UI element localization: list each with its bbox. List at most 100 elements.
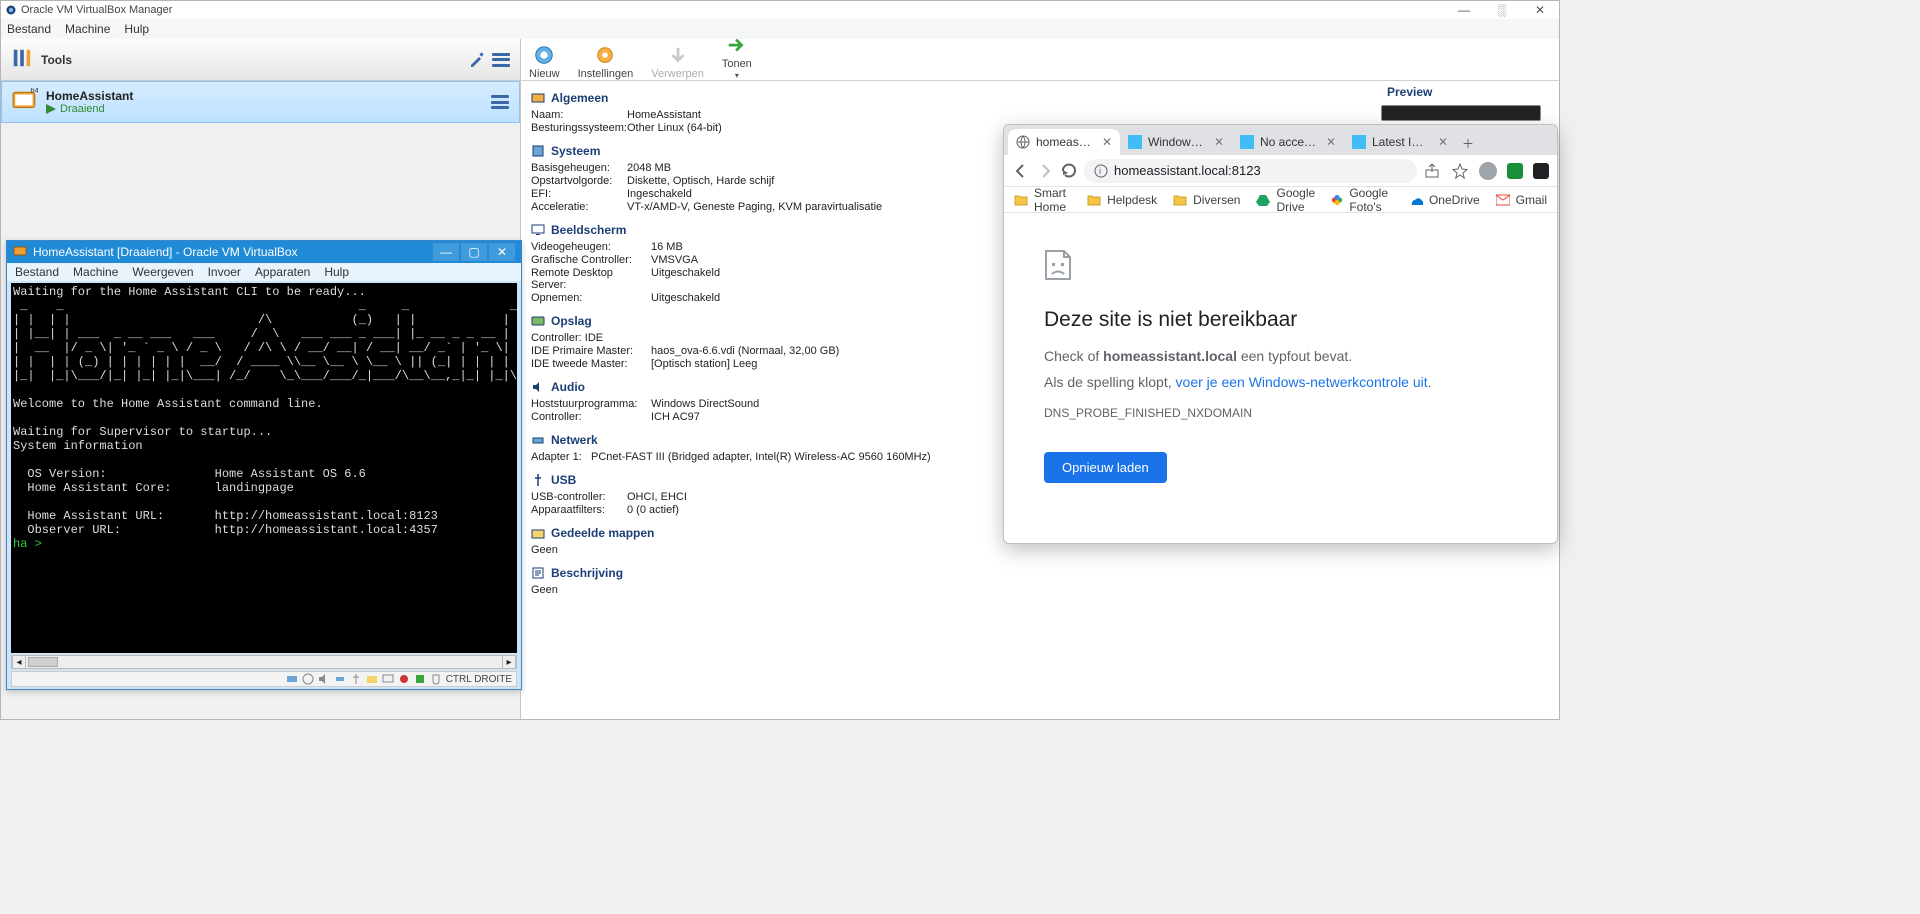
tab-label: homeassistant [1036, 135, 1094, 149]
tab-homeassistant[interactable]: homeassistant ✕ [1008, 129, 1120, 155]
audio-icon [531, 380, 545, 394]
status-audio-icon [318, 673, 330, 685]
preview-thumbnail[interactable] [1381, 105, 1541, 121]
star-icon[interactable] [1451, 162, 1469, 180]
tab-label: Latest Install [1372, 135, 1430, 149]
svg-text:64: 64 [30, 88, 38, 94]
vm-name: HomeAssistant [46, 89, 133, 103]
nav-back-button[interactable] [1012, 162, 1030, 180]
vmcon-app-icon [13, 244, 27, 261]
error-page: Deze site is niet bereikbaar Check of ho… [1004, 213, 1557, 507]
status-hdd-icon [286, 673, 298, 685]
bookmark-smart-home[interactable]: Smart Home [1014, 186, 1071, 214]
vmcon-menu-file[interactable]: Bestand [15, 265, 59, 279]
info-icon[interactable]: i [1094, 164, 1108, 178]
status-mouse-icon [430, 673, 442, 685]
vm-menu-icon[interactable] [491, 95, 509, 109]
desc-icon [531, 566, 545, 580]
folder-icon [1087, 194, 1101, 206]
nav-reload-button[interactable] [1060, 162, 1078, 180]
vmcon-maximize-button[interactable]: ▢ [461, 243, 487, 261]
vmcon-menu-input[interactable]: Invoer [208, 265, 241, 279]
menu-help[interactable]: Hulp [124, 22, 149, 36]
tab-label: No access of [1260, 135, 1318, 149]
tab-close-icon[interactable]: ✕ [1438, 135, 1448, 149]
running-icon [46, 104, 56, 114]
vm-os-icon: 64 [12, 88, 38, 117]
status-display-icon [382, 673, 394, 685]
bookmark-photos[interactable]: Google Foto's [1331, 186, 1393, 214]
section-desc: Beschrijving Geen [531, 566, 1549, 596]
bookmark-drive[interactable]: Google Drive [1256, 186, 1315, 214]
virtualbox-icon [5, 4, 17, 16]
vmcon-menu-machine[interactable]: Machine [73, 265, 118, 279]
vmcon-titlebar: HomeAssistant [Draaiend] - Oracle VM Vir… [7, 241, 521, 263]
display-icon [531, 223, 545, 237]
omnibox[interactable]: i homeassistant.local:8123 [1084, 159, 1417, 183]
toolbar-show[interactable]: Tonen ▾ [722, 35, 752, 80]
tools-row[interactable]: Tools [1, 39, 520, 81]
tab-close-icon[interactable]: ✕ [1326, 135, 1336, 149]
vmcon-close-button[interactable]: ✕ [489, 243, 515, 261]
url-text: homeassistant.local:8123 [1114, 163, 1261, 178]
folder-icon [1014, 194, 1028, 206]
vm-state: Draaiend [46, 103, 133, 115]
vmcon-title-text: HomeAssistant [Draaiend] - Oracle VM Vir… [33, 245, 298, 259]
status-net-icon [334, 673, 346, 685]
maximize-button[interactable]: ░ [1483, 1, 1521, 19]
status-hostkey: CTRL DROITE [446, 674, 512, 685]
tools-icon [11, 47, 33, 72]
network-diag-link[interactable]: voer je een Windows-netwerkcontrole uit [1176, 374, 1428, 390]
share-icon[interactable] [1423, 162, 1441, 180]
minimize-button[interactable]: — [1445, 1, 1483, 19]
sad-document-icon [1044, 249, 1072, 281]
tools-label: Tools [41, 53, 72, 67]
tools-prefs-icon[interactable] [468, 51, 486, 69]
vmcon-menu-help[interactable]: Hulp [324, 265, 349, 279]
toolbar-discard[interactable]: Verwerpen [651, 45, 704, 80]
vmcon-minimize-button[interactable]: — [433, 243, 459, 261]
tools-menu-icon[interactable] [492, 53, 510, 67]
reload-button[interactable]: Opnieuw laden [1044, 452, 1167, 483]
close-button[interactable]: ✕ [1521, 1, 1559, 19]
extension-icon-2[interactable] [1533, 163, 1549, 179]
profile-avatar[interactable] [1479, 162, 1497, 180]
vmcon-menu-devices[interactable]: Apparaten [255, 265, 310, 279]
toolbar-new[interactable]: Nieuw [529, 45, 560, 80]
drive-icon [1256, 194, 1270, 206]
menu-file[interactable]: Bestand [7, 22, 51, 36]
vmcon-terminal[interactable]: Waiting for the Home Assistant CLI to be… [11, 283, 517, 653]
error-code: DNS_PROBE_FINISHED_NXDOMAIN [1044, 406, 1517, 420]
bookmark-diversen[interactable]: Diversen [1173, 193, 1240, 207]
show-icon [724, 35, 750, 57]
shared-icon [531, 526, 545, 540]
tab-noaccess[interactable]: No access of ✕ [1232, 129, 1344, 155]
tab-close-icon[interactable]: ✕ [1102, 135, 1112, 149]
vmcon-statusbar: CTRL DROITE [11, 671, 517, 687]
menu-machine[interactable]: Machine [65, 22, 110, 36]
tab-windows[interactable]: Windows - H ✕ [1120, 129, 1232, 155]
tab-close-icon[interactable]: ✕ [1214, 135, 1224, 149]
toolbar-settings[interactable]: Instellingen [578, 45, 634, 80]
new-icon [531, 45, 557, 67]
bookmark-gmail[interactable]: Gmail [1496, 193, 1547, 207]
scroll-thumb[interactable] [28, 657, 58, 667]
bookmark-helpdesk[interactable]: Helpdesk [1087, 193, 1157, 207]
preview-panel: Preview [1381, 85, 1551, 121]
nav-forward-button[interactable] [1036, 162, 1054, 180]
system-icon [531, 144, 545, 158]
extension-icon[interactable] [1507, 163, 1523, 179]
status-cpu-icon [414, 673, 426, 685]
chrome-window: homeassistant ✕ Windows - H ✕ No access … [1003, 124, 1558, 544]
scroll-left-button[interactable]: ◂ [12, 656, 26, 668]
new-tab-button[interactable]: ＋ [1456, 131, 1480, 155]
vmcon-scrollbar[interactable]: ◂ ▸ [11, 655, 517, 669]
bookmark-onedrive[interactable]: OneDrive [1409, 193, 1480, 207]
error-line-1: Check of homeassistant.local een typfout… [1044, 348, 1517, 364]
vmcon-menu-view[interactable]: Weergeven [132, 265, 193, 279]
ha-icon [1240, 135, 1254, 149]
vm-item-homeassistant[interactable]: 64 HomeAssistant Draaiend [1, 81, 520, 123]
general-icon [531, 91, 545, 105]
scroll-right-button[interactable]: ▸ [502, 656, 516, 668]
tab-latest[interactable]: Latest Install ✕ [1344, 129, 1456, 155]
